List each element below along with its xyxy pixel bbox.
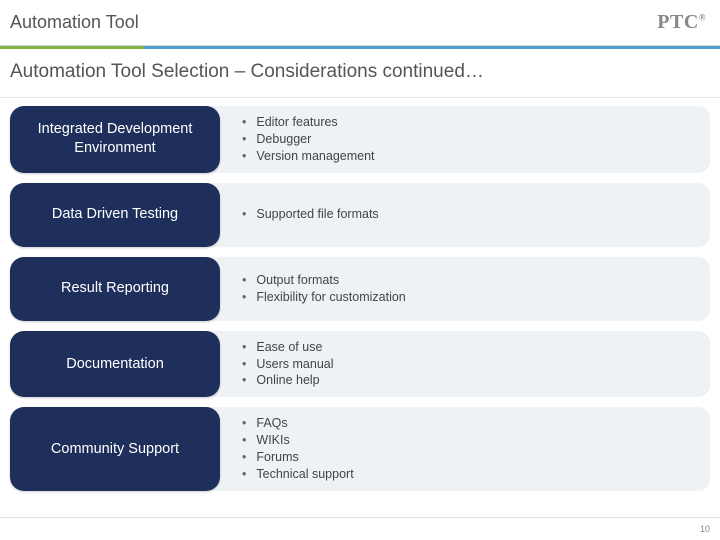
consideration-detail: Supported file formats bbox=[206, 183, 710, 247]
bullet-item: Output formats bbox=[242, 272, 406, 289]
consideration-pill: Result Reporting bbox=[10, 257, 220, 321]
consideration-label: Integrated Development Environment bbox=[22, 120, 208, 158]
consideration-detail: Editor features Debugger Version managem… bbox=[206, 106, 710, 173]
consideration-row: Community Support FAQs WIKIs Forums Tech… bbox=[10, 407, 710, 491]
consideration-row: Integrated Development Environment Edito… bbox=[10, 106, 710, 173]
bullet-item: WIKIs bbox=[242, 432, 354, 449]
consideration-label: Data Driven Testing bbox=[52, 205, 178, 224]
bullet-item: Technical support bbox=[242, 466, 354, 483]
bullet-item: Users manual bbox=[242, 356, 334, 373]
consideration-pill: Data Driven Testing bbox=[10, 183, 220, 247]
bullet-item: Supported file formats bbox=[242, 206, 379, 223]
consideration-label: Documentation bbox=[66, 355, 164, 374]
logo-registered: ® bbox=[699, 12, 706, 22]
consideration-label: Community Support bbox=[51, 440, 179, 459]
header-title: Automation Tool bbox=[10, 12, 139, 33]
consideration-row: Data Driven Testing Supported file forma… bbox=[10, 183, 710, 247]
bullet-item: FAQs bbox=[242, 415, 354, 432]
considerations-list: Integrated Development Environment Edito… bbox=[0, 98, 720, 491]
bullet-item: Debugger bbox=[242, 131, 375, 148]
bullet-item: Ease of use bbox=[242, 339, 334, 356]
bullet-item: Flexibility for customization bbox=[242, 289, 406, 306]
bullet-item: Version management bbox=[242, 148, 375, 165]
brand-logo: PTC® bbox=[657, 11, 706, 34]
footer-divider bbox=[0, 517, 720, 518]
consideration-pill: Community Support bbox=[10, 407, 220, 491]
bullet-item: Forums bbox=[242, 449, 354, 466]
consideration-pill: Integrated Development Environment bbox=[10, 106, 220, 173]
consideration-detail: Output formats Flexibility for customiza… bbox=[206, 257, 710, 321]
page-number: 10 bbox=[700, 524, 710, 534]
slide-subtitle: Automation Tool Selection – Consideratio… bbox=[0, 49, 720, 98]
logo-text: PTC bbox=[657, 11, 699, 33]
bullet-item: Editor features bbox=[242, 114, 375, 131]
bullet-item: Online help bbox=[242, 372, 334, 389]
consideration-row: Result Reporting Output formats Flexibil… bbox=[10, 257, 710, 321]
consideration-detail: Ease of use Users manual Online help bbox=[206, 331, 710, 398]
consideration-pill: Documentation bbox=[10, 331, 220, 398]
consideration-label: Result Reporting bbox=[61, 279, 169, 298]
consideration-row: Documentation Ease of use Users manual O… bbox=[10, 331, 710, 398]
slide-header: Automation Tool PTC® bbox=[0, 0, 720, 46]
consideration-detail: FAQs WIKIs Forums Technical support bbox=[206, 407, 710, 491]
